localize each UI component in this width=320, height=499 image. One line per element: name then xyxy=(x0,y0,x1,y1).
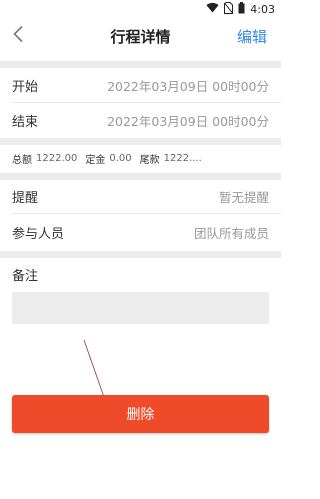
edit-button[interactable]: 编辑 xyxy=(237,26,267,47)
start-label: 开始 xyxy=(12,79,39,95)
total-label: 总额 xyxy=(12,155,32,166)
battery-icon xyxy=(238,1,245,17)
section-gap xyxy=(0,251,281,258)
notes-label: 备注 xyxy=(12,268,39,284)
delete-button[interactable]: 删除 xyxy=(12,395,269,433)
status-bar: 4:03 xyxy=(0,0,281,18)
balance-value: 1222.... xyxy=(163,153,202,164)
status-time: 4:03 xyxy=(250,2,275,16)
deposit-label: 定金 xyxy=(85,155,106,166)
sim-off-icon xyxy=(224,1,234,17)
status-icons: 4:03 xyxy=(206,1,275,17)
participants-label: 参与人员 xyxy=(12,226,65,242)
section-gap xyxy=(0,173,281,180)
reminder-row[interactable]: 提醒 暂无提醒 xyxy=(0,180,281,213)
start-time-row[interactable]: 开始 2022年03月09日 00时00分 xyxy=(0,68,281,102)
start-value: 2022年03月09日 00时00分 xyxy=(107,78,269,94)
reminder-label: 提醒 xyxy=(12,191,39,206)
amount-summary: 总额 1222.00 定金 0.00 尾款 1222.... xyxy=(0,145,281,172)
nav-bar: 行程详情 编辑 xyxy=(0,18,281,58)
notes-header: 备注 xyxy=(0,259,281,289)
deposit-value: 0.00 xyxy=(109,153,132,164)
participants-value: 团队所有成员 xyxy=(193,225,269,241)
section-gap xyxy=(0,61,281,68)
end-label: 结束 xyxy=(12,114,39,130)
notes-field[interactable] xyxy=(12,292,269,324)
reminder-value: 暂无提醒 xyxy=(218,190,269,205)
end-value: 2022年03月09日 00时00分 xyxy=(107,113,269,129)
balance-label: 尾款 xyxy=(139,155,160,166)
end-time-row[interactable]: 结束 2022年03月09日 00时00分 xyxy=(0,103,281,137)
wifi-icon xyxy=(206,2,219,16)
section-gap xyxy=(0,138,281,145)
total-value: 1222.00 xyxy=(36,153,78,164)
participants-row[interactable]: 参与人员 团队所有成员 xyxy=(0,214,281,250)
